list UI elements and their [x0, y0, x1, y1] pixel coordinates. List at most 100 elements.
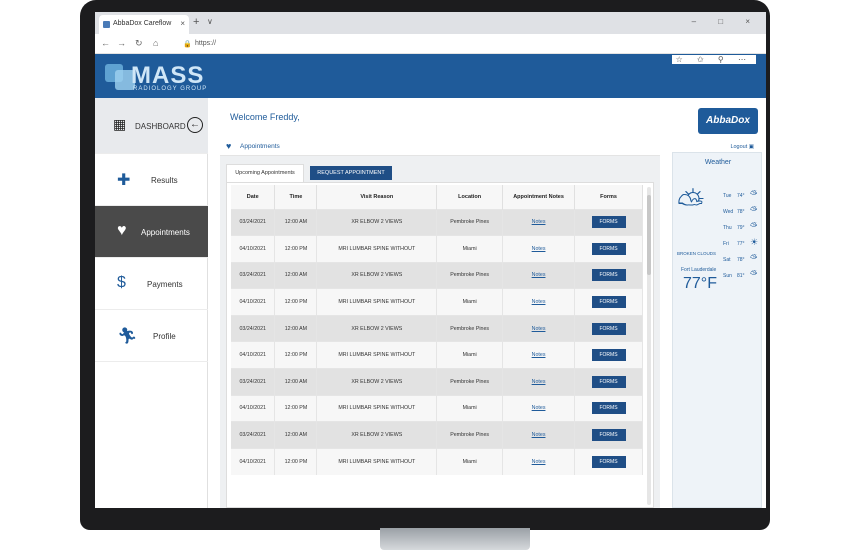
collapse-back-icon[interactable]: ← — [187, 117, 203, 133]
back-icon[interactable]: ← — [101, 38, 110, 48]
cell-time: 12:00 AM — [274, 261, 318, 289]
window-controls[interactable]: – □ × — [692, 17, 760, 26]
cell-visit-reason: MRI LUMBAR SPINE WITHOUT — [316, 447, 438, 475]
table-scrollbar[interactable] — [647, 187, 651, 505]
partly-cloudy-icon: ⛅︎ — [677, 185, 705, 223]
lock-icon: 🔒 — [183, 41, 192, 48]
table-row: 03/24/2021 12:00 AM XR ELBOW 2 VIEWS Pembro… — [231, 368, 643, 396]
forms-button[interactable]: FORMS — [591, 216, 626, 229]
screen: AbbaDox Careflow × + ∨ – □ × ← → ↻ ⌂ 🔒 h… — [95, 12, 766, 508]
cell-location: Miami — [436, 341, 504, 369]
table-row: 04/10/2021 12:00 PM MRI LUMBAR SPINE WITHO… — [231, 394, 643, 422]
cell-time: 12:00 PM — [274, 235, 318, 263]
dollar-icon: $ — [117, 274, 126, 291]
address-bar[interactable]: 🔒 https:// — [179, 37, 759, 51]
table-row: 03/24/2021 12:00 AM XR ELBOW 2 VIEWS Pembro… — [231, 421, 643, 449]
tab-close-icon[interactable]: × — [180, 19, 185, 28]
main-content: Welcome Freddy, AbbaDox Logout ▣ ♥ Appoi… — [208, 98, 766, 508]
sidebar-item-profile[interactable]: 🏃︎ Profile — [95, 310, 208, 362]
browser-nav-bar: ← → ↻ ⌂ 🔒 https:// — [95, 34, 766, 54]
cell-time: 12:00 AM — [274, 421, 318, 449]
notes-link[interactable]: Notes — [532, 379, 546, 385]
cell-forms: FORMS — [574, 447, 643, 475]
column-header: Visit Reason — [316, 185, 438, 209]
column-header: Time — [274, 185, 318, 209]
forecast-row: Tue 74° ⛅︎ — [723, 189, 763, 205]
request-appointment-button[interactable]: REQUEST APPOINTMENT — [310, 166, 392, 180]
cell-location: Pembroke Pines — [436, 208, 504, 236]
tab-menu-icon[interactable]: ∨ — [207, 17, 213, 26]
partly-cloudy-icon: ⛅︎ — [750, 221, 758, 231]
home-icon[interactable]: ⌂ — [153, 38, 158, 48]
table-row: 04/10/2021 12:00 PM MRI LUMBAR SPINE WITHO… — [231, 288, 643, 316]
cell-forms: FORMS — [574, 208, 643, 236]
notes-link[interactable]: Notes — [532, 246, 546, 252]
logout-link[interactable]: Logout ▣ — [730, 144, 754, 150]
cell-notes: Notes — [502, 447, 576, 475]
weather-condition: BROKEN CLOUDS — [677, 251, 717, 256]
forecast-row: Thu 79° ⛅︎ — [723, 221, 763, 237]
forecast-day: Sun — [723, 273, 732, 279]
new-tab-icon[interactable]: + — [193, 16, 199, 28]
forms-button[interactable]: FORMS — [591, 429, 626, 442]
refresh-icon[interactable]: ↻ — [135, 38, 143, 49]
partly-cloudy-icon: ⛅︎ — [750, 253, 758, 263]
site-header: MASS RADIOLOGY GROUP ☆ ✩ ⚲ ⋯ — [95, 54, 766, 98]
table-row: 03/24/2021 12:00 AM XR ELBOW 2 VIEWS Pembro… — [231, 314, 643, 342]
forms-button[interactable]: FORMS — [591, 269, 626, 282]
cell-time: 12:00 AM — [274, 314, 318, 342]
forms-button[interactable]: FORMS — [591, 402, 626, 415]
forms-button[interactable]: FORMS — [591, 349, 626, 362]
column-header: Location — [436, 185, 504, 209]
column-header: Date — [231, 185, 276, 209]
forecast-day: Wed — [723, 209, 734, 215]
notes-link[interactable]: Notes — [532, 219, 546, 225]
welcome-text: Welcome Freddy, — [230, 112, 300, 122]
partly-cloudy-icon: ⛅︎ — [750, 189, 758, 199]
cell-forms: FORMS — [574, 288, 643, 316]
sidebar-item-results[interactable]: ✚ Results — [95, 154, 208, 206]
monitor-stand — [380, 528, 530, 550]
grid-icon: ▦ — [113, 116, 127, 132]
cell-forms: FORMS — [574, 235, 643, 263]
table-row: 04/10/2021 12:00 PM MRI LUMBAR SPINE WITHO… — [231, 235, 643, 263]
cell-visit-reason: XR ELBOW 2 VIEWS — [316, 421, 438, 449]
sidebar-item-label: Profile — [153, 332, 176, 341]
panel-header: ♥ Appointments — [220, 138, 660, 156]
heart-pulse-icon: ♥ — [226, 141, 232, 151]
sidebar-item-appointments[interactable]: ♥ Appointments — [95, 206, 208, 258]
notes-link[interactable]: Notes — [532, 352, 546, 358]
sidebar-item-dashboard[interactable]: ▦ DASHBOARD ← — [95, 98, 208, 154]
notes-link[interactable]: Notes — [532, 459, 546, 465]
cell-visit-reason: XR ELBOW 2 VIEWS — [316, 314, 438, 342]
cell-location: Pembroke Pines — [436, 261, 504, 289]
forms-button[interactable]: FORMS — [591, 375, 626, 388]
forecast-temp: 78° — [737, 257, 745, 263]
browser-tab[interactable]: AbbaDox Careflow × — [99, 15, 189, 34]
cell-time: 12:00 PM — [274, 447, 318, 475]
cell-visit-reason: XR ELBOW 2 VIEWS — [316, 368, 438, 396]
notes-link[interactable]: Notes — [532, 432, 546, 438]
forms-button[interactable]: FORMS — [591, 296, 626, 309]
cell-visit-reason: MRI LUMBAR SPINE WITHOUT — [316, 341, 438, 369]
column-header: Forms — [574, 185, 643, 209]
sidebar-item-label: Payments — [147, 280, 183, 289]
sidebar: ▦ DASHBOARD ← ✚ Results ♥ Appointments $… — [95, 98, 208, 508]
sidebar-item-payments[interactable]: $ Payments — [95, 258, 208, 310]
appointments-table: Date Time Visit Reason Location Appointm… — [231, 185, 643, 475]
cell-date: 03/24/2021 — [231, 261, 276, 289]
forms-button[interactable]: FORMS — [591, 455, 626, 468]
panel-title: Appointments — [240, 143, 280, 150]
notes-link[interactable]: Notes — [532, 272, 546, 278]
tab-upcoming-appointments[interactable]: Upcoming Appointments — [226, 164, 304, 182]
notes-link[interactable]: Notes — [532, 326, 546, 332]
table-row: 04/10/2021 12:00 PM MRI LUMBAR SPINE WITHO… — [231, 447, 643, 475]
browser-toolbar-icons[interactable]: ☆ ✩ ⚲ ⋯ — [671, 55, 756, 64]
notes-link[interactable]: Notes — [532, 299, 546, 305]
forward-icon[interactable]: → — [117, 38, 126, 48]
weather-widget: Weather ⛅︎ BROKEN CLOUDS Fort Lauderdale… — [672, 152, 762, 508]
forms-button[interactable]: FORMS — [591, 242, 626, 255]
forms-button[interactable]: FORMS — [591, 322, 626, 335]
notes-link[interactable]: Notes — [532, 405, 546, 411]
sidebar-item-label: Results — [151, 176, 178, 185]
